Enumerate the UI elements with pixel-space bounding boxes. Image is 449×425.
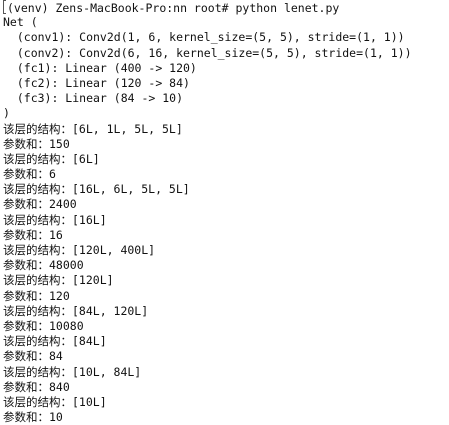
output-line: 该层的结构：[84L, 120L] — [3, 303, 149, 318]
output-line: 参数和：120 — [3, 288, 70, 303]
output-line: 该层的结构：[16L, 6L, 5L, 5L] — [3, 182, 190, 197]
output-line: 该层的结构：[6L, 1L, 5L, 5L] — [3, 121, 183, 136]
output-line: (fc1): Linear (400 -> 120) — [3, 60, 197, 75]
prompt-bracket-icon — [3, 0, 6, 14]
output-line: 参数和：16 — [3, 227, 63, 242]
command-prompt: (venv) Zens-MacBook-Pro:nn root# python … — [7, 1, 340, 15]
output-line: 参数和：840 — [3, 379, 70, 394]
output-line: 该层的结构：[120L, 400L] — [3, 243, 156, 257]
output-line: (fc2): Linear (120 -> 84) — [3, 75, 190, 90]
output-line: Net ( — [3, 15, 38, 30]
output-line: 该层的结构：[120L] — [3, 273, 114, 288]
output-line: 参数和：150 — [3, 136, 70, 151]
output-line: 该层的结构：[84L] — [3, 334, 107, 349]
output-line: 该层的结构：[6L] — [3, 151, 100, 166]
output-line: 该层的结构：[10L, 84L] — [3, 364, 142, 379]
output-line: (conv2): Conv2d(6, 16, kernel_size=(5, 5… — [3, 45, 412, 60]
output-line: (conv1): Conv2d(1, 6, kernel_size=(5, 5)… — [3, 30, 405, 45]
output-line: 参数和：48000 — [3, 258, 84, 273]
output-line: 参数和：2400 — [3, 197, 77, 212]
output-line: 参数和：6 — [3, 167, 56, 182]
output-line: 参数和：10080 — [3, 318, 84, 333]
terminal-window[interactable]: (venv) Zens-MacBook-Pro:nn root# python … — [0, 0, 449, 424]
command-prompt-line: (venv) Zens-MacBook-Pro:nn root# python … — [3, 0, 449, 15]
output-line: 参数和：10 — [3, 410, 63, 425]
output-line: (fc3): Linear (84 -> 10) — [3, 91, 184, 106]
output-line: 该层的结构：[10L] — [3, 394, 107, 409]
output-line: 参数和：84 — [3, 349, 63, 364]
output-line: 该层的结构：[16L] — [3, 212, 107, 227]
output-line: ) — [3, 106, 10, 121]
